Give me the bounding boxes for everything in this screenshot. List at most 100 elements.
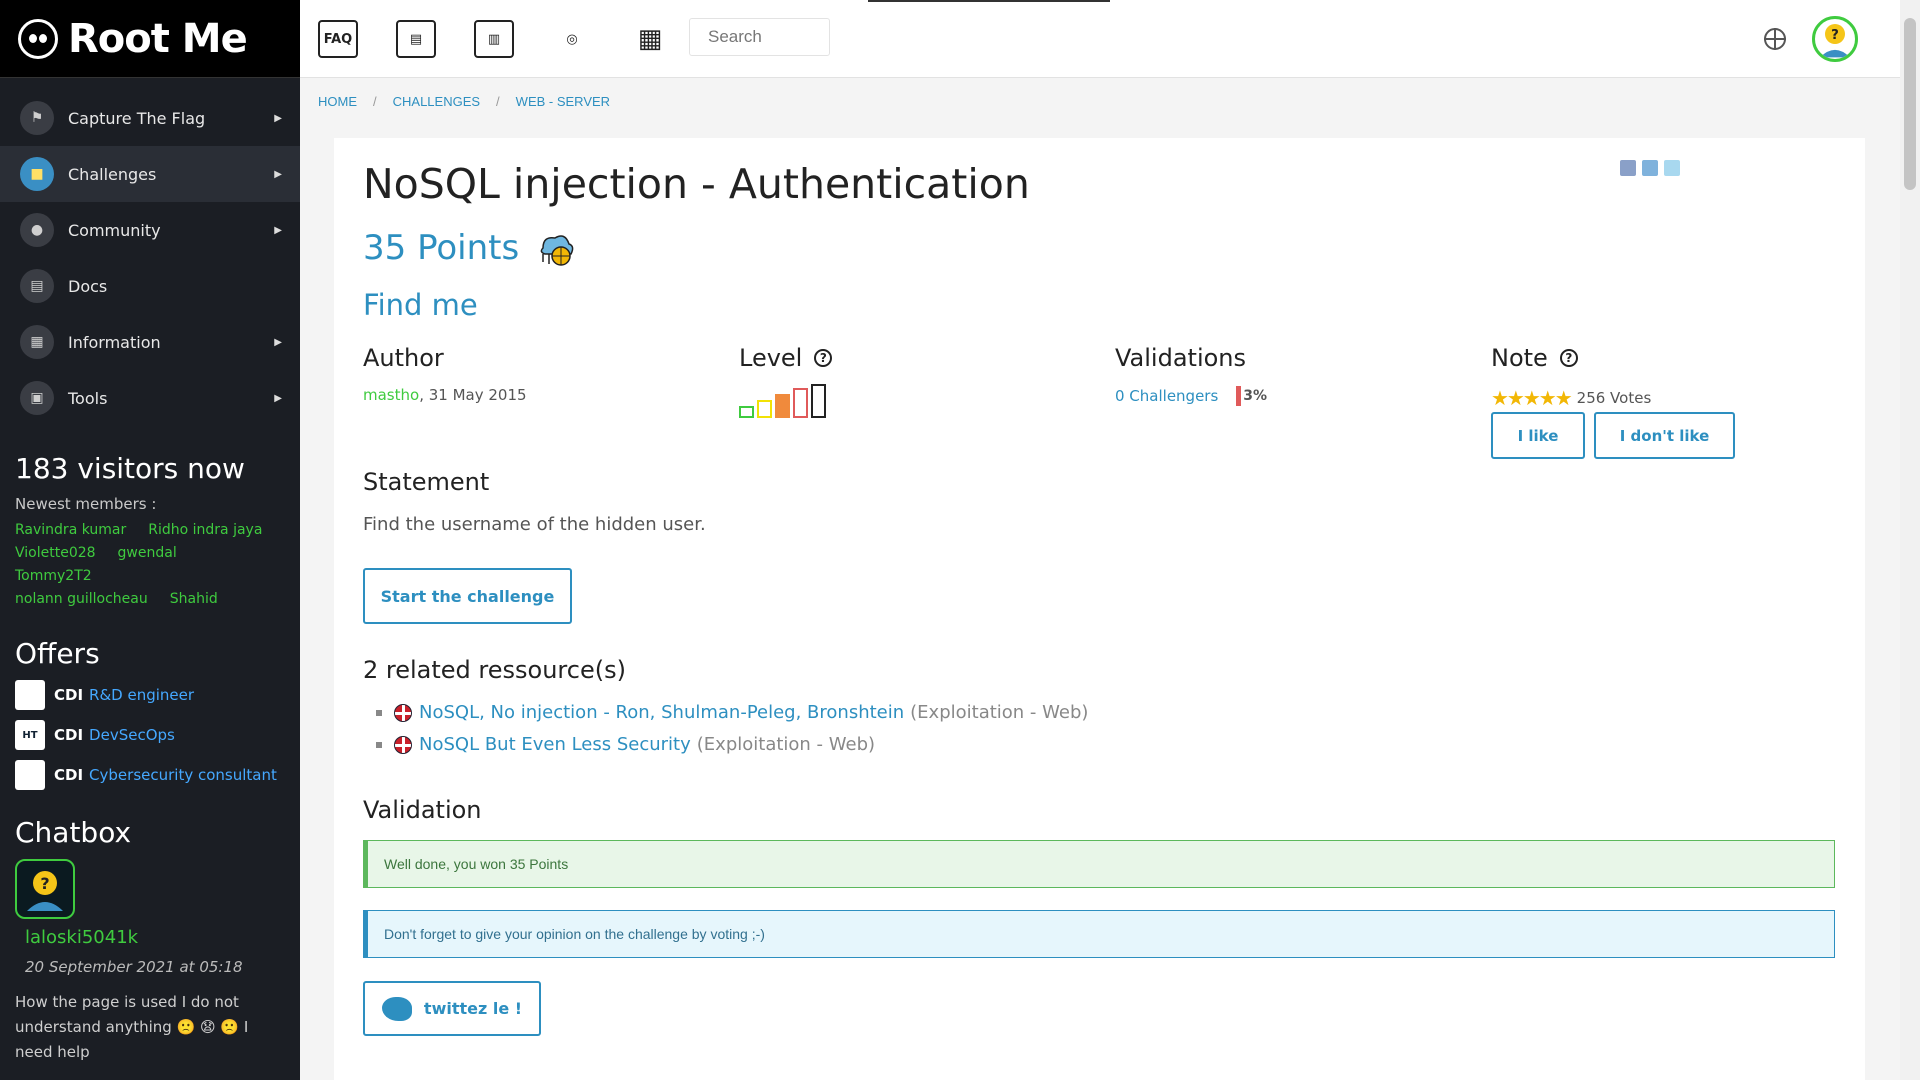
logo[interactable]: Root Me <box>0 0 300 78</box>
sidebar-item-community[interactable]: ● Community ▶ <box>0 202 300 258</box>
start-challenge-button[interactable]: Start the challenge <box>363 568 572 624</box>
page-scrollbar[interactable] <box>1900 0 1920 1080</box>
statement-heading: Statement <box>363 468 490 496</box>
author-info: mastho, 31 May 2015 <box>363 386 527 404</box>
dislike-button[interactable]: I don't like <box>1594 412 1735 459</box>
tweet-label: twittez le ! <box>423 999 523 1018</box>
breadcrumb-web-server[interactable]: WEB - SERVER <box>516 94 610 109</box>
level-block: Level? <box>739 344 833 418</box>
member-link[interactable]: Ridho indra jaya <box>148 519 262 542</box>
search-input[interactable] <box>689 18 830 56</box>
chat-date: 20 September 2021 at 05:18 <box>25 958 243 976</box>
offer-item[interactable]: CDI Cybersecurity consultant <box>15 760 285 790</box>
offer-item[interactable]: CDI R&D engineer <box>15 680 285 710</box>
challenge-subtitle: Find me <box>363 288 478 322</box>
breadcrumb-challenges[interactable]: CHALLENGES <box>393 94 480 109</box>
resource-category: (Exploitation - Web) <box>910 702 1089 723</box>
certificate-icon[interactable]: ▤ <box>396 20 436 58</box>
votes-count: 256 Votes <box>1576 389 1652 407</box>
caret-right-icon: ▶ <box>274 168 282 180</box>
help-icon[interactable]: ? <box>814 349 833 367</box>
offer-type: CDI <box>54 686 84 704</box>
loading-line <box>868 0 1110 2</box>
sidebar-item-docs[interactable]: ▤ Docs <box>0 258 300 314</box>
lock-icon: ■ <box>20 157 54 191</box>
validation-rate-bar <box>1236 386 1242 406</box>
printer-icon[interactable]: ▥ <box>474 20 514 58</box>
sidebar-item-capture-the-flag[interactable]: ⚑ Capture The Flag ▶ <box>0 90 300 146</box>
validations-label: Validations <box>1115 344 1247 372</box>
radar-icon[interactable]: ◎ <box>552 20 592 58</box>
member-link[interactable]: Violette028 <box>15 542 96 565</box>
validations-link[interactable]: 0 Challengers <box>1115 387 1218 405</box>
sidebar-item-label: Challenges <box>68 164 157 184</box>
level-bar-3 <box>775 394 790 418</box>
svg-text:?: ? <box>40 874 49 893</box>
faq-icon[interactable]: FAQ <box>318 20 358 58</box>
skull-logo-icon <box>18 18 58 59</box>
member-link[interactable]: Shahid <box>170 588 218 611</box>
scrollbar-thumb[interactable] <box>1904 18 1916 190</box>
resource-category: (Exploitation - Web) <box>696 734 876 755</box>
offers-title: Offers <box>15 637 100 670</box>
resource-link[interactable]: NoSQL, No injection - Ron, Shulman-Peleg… <box>419 702 904 723</box>
level-label: Level <box>739 344 803 372</box>
sidebar-item-information[interactable]: ▦ Information ▶ <box>0 314 300 370</box>
offer-item[interactable]: HT CDI DevSecOps <box>15 720 285 750</box>
offer-link[interactable]: R&D engineer <box>89 686 194 704</box>
sidebar-item-challenges[interactable]: ■ Challenges ▶ <box>0 146 300 202</box>
level-heading: Level? <box>739 344 833 372</box>
web-server-icon <box>540 235 574 266</box>
globe-icon[interactable] <box>1764 28 1786 50</box>
resource-item: NoSQL, No injection - Ron, Shulman-Peleg… <box>376 702 1089 723</box>
author-block: Author mastho, 31 May 2015 <box>363 344 527 404</box>
visitors-title: 183 visitors now <box>15 452 245 485</box>
caret-right-icon: ▶ <box>274 392 282 404</box>
company-logo: HT <box>15 720 45 750</box>
points-value: 35 Points <box>363 228 520 268</box>
chat-avatar[interactable]: ? <box>15 859 75 919</box>
sidebar-item-label: Community <box>68 220 161 240</box>
author-link[interactable]: mastho <box>363 386 419 404</box>
like-button[interactable]: I like <box>1491 412 1585 459</box>
level-indicator <box>739 384 832 418</box>
newspaper-icon: ▦ <box>20 325 54 359</box>
chat-message: How the page is used I do not understand… <box>15 993 249 1061</box>
sidebar-item-tools[interactable]: ▣ Tools ▶ <box>0 370 300 426</box>
offer-link[interactable]: Cybersecurity consultant <box>89 766 277 784</box>
offer-type: CDI <box>54 726 84 744</box>
offer-link[interactable]: DevSecOps <box>89 726 175 744</box>
note-heading: Note? <box>1491 344 1651 372</box>
help-icon[interactable]: ? <box>1559 349 1578 367</box>
note-label: Note <box>1491 344 1548 372</box>
cart-icon[interactable]: ▦ <box>630 20 670 58</box>
resource-item: NoSQL But Even Less Security (Exploitati… <box>376 734 876 755</box>
member-link[interactable]: Tommy2T2 <box>15 565 92 588</box>
sidebar-item-label: Docs <box>68 276 108 296</box>
uk-flag-icon <box>394 735 412 754</box>
star-rating: ★★★★★ <box>1491 386 1573 410</box>
offer-type: CDI <box>54 766 84 784</box>
info-alert: Don't forget to give your opinion on the… <box>363 910 1835 958</box>
user-avatar[interactable]: ? <box>1812 16 1858 62</box>
twitter-icon[interactable] <box>1664 160 1680 176</box>
linkedin-icon[interactable] <box>1642 160 1658 176</box>
member-link[interactable]: nolann guillocheau <box>15 588 148 611</box>
member-link[interactable]: gwendal <box>118 542 177 565</box>
level-bar-4 <box>793 388 808 418</box>
members-list: Ravindra kumar Ridho indra jaya Violette0… <box>15 519 285 611</box>
sidebar-item-label: Information <box>68 332 161 352</box>
company-logo <box>15 760 45 790</box>
caret-right-icon: ▶ <box>274 336 282 348</box>
breadcrumb-home[interactable]: HOME <box>318 94 357 109</box>
top-bar: FAQ ▤ ▥ ◎ ▦ ? <box>300 0 1900 78</box>
facebook-icon[interactable] <box>1620 160 1636 176</box>
validation-heading: Validation <box>363 796 482 824</box>
toolbox-icon: ▣ <box>20 381 54 415</box>
member-link[interactable]: Ravindra kumar <box>15 519 126 542</box>
tweet-button[interactable]: twittez le ! <box>363 981 541 1036</box>
chat-username[interactable]: laloski5041k <box>25 927 300 948</box>
breadcrumb: HOME / CHALLENGES / WEB - SERVER <box>318 94 611 109</box>
resource-link[interactable]: NoSQL But Even Less Security <box>419 734 691 755</box>
success-alert: Well done, you won 35 Points <box>363 840 1835 888</box>
